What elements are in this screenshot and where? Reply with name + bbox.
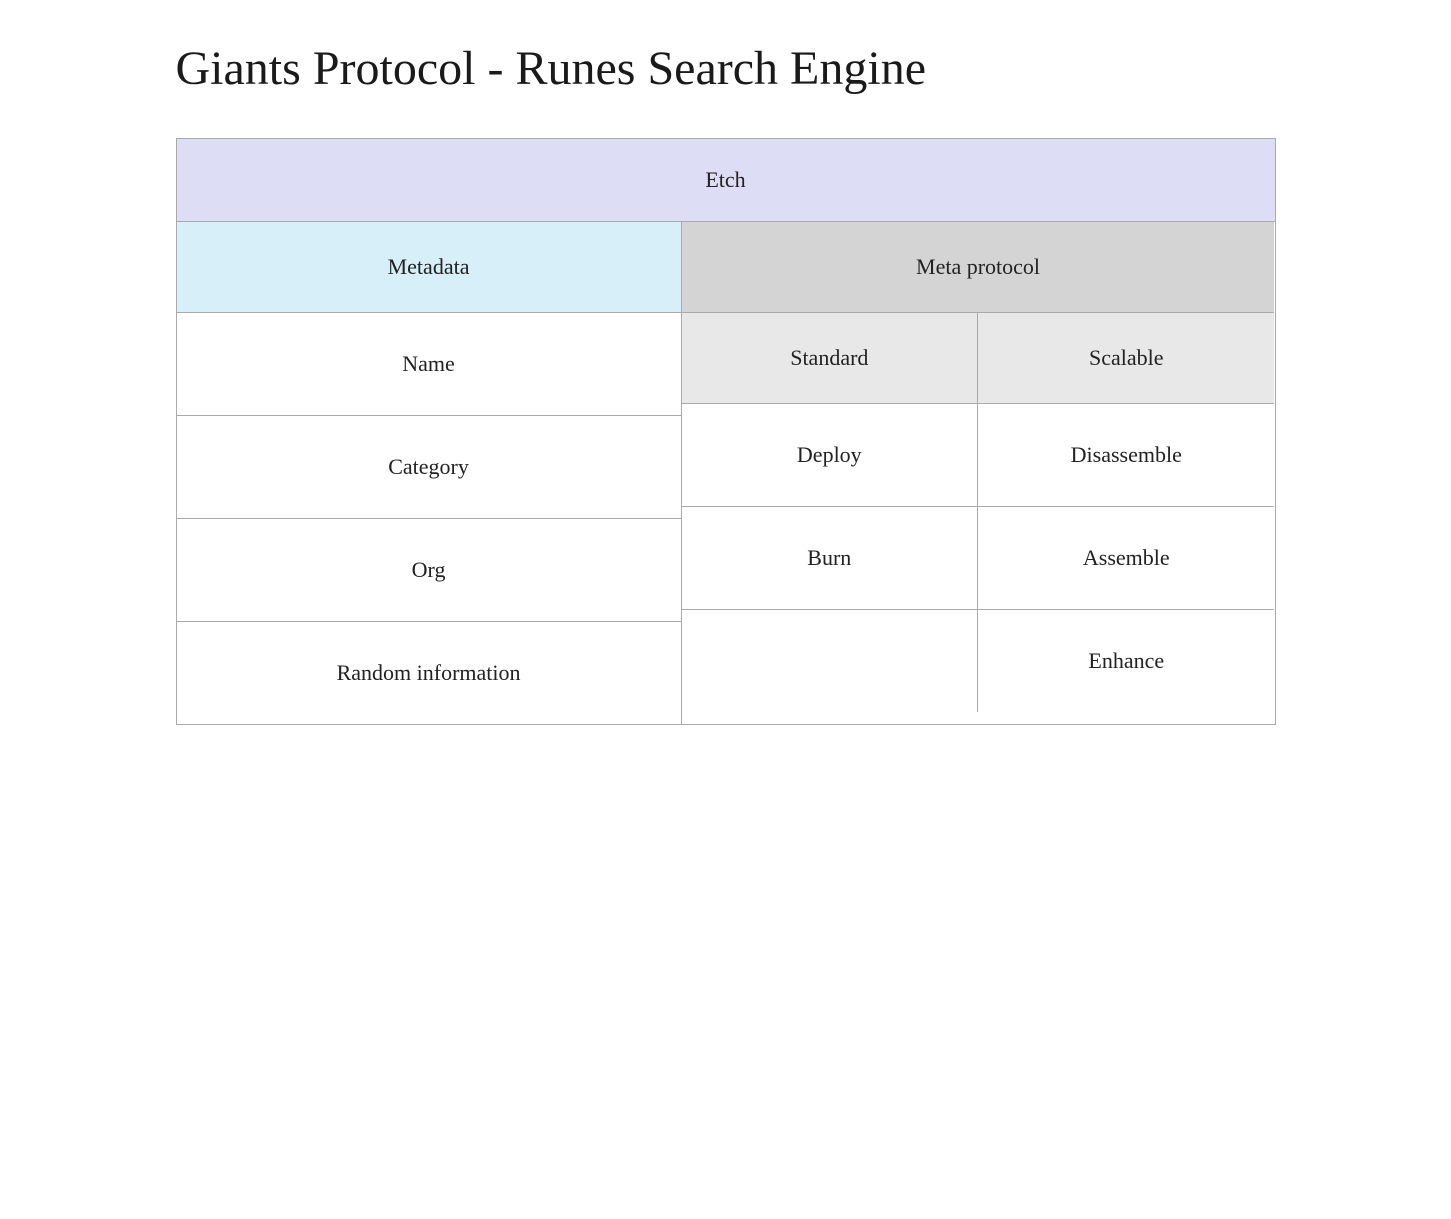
meta-protocol-label: Meta protocol (916, 254, 1040, 280)
burn-cell: Burn (682, 507, 978, 609)
standard-header: Standard (682, 313, 978, 403)
left-column: Metadata Name Category Org Random inform… (177, 222, 682, 724)
enhance-cell: Enhance (978, 610, 1274, 712)
right-item-row-0: Deploy Disassemble (682, 404, 1275, 507)
enhance-label: Enhance (1088, 648, 1164, 674)
left-item-category: Category (177, 416, 681, 519)
metadata-label: Metadata (388, 254, 470, 280)
main-content-row: Metadata Name Category Org Random inform… (177, 222, 1275, 724)
right-item-row-2: Enhance (682, 610, 1275, 712)
assemble-label: Assemble (1083, 545, 1170, 571)
disassemble-label: Disassemble (1071, 442, 1182, 468)
assemble-cell: Assemble (978, 507, 1274, 609)
disassemble-cell: Disassemble (978, 404, 1274, 506)
right-item-row-1: Burn Assemble (682, 507, 1275, 610)
right-column: Meta protocol Standard Scalable Deplo (682, 222, 1275, 724)
etch-row: Etch (177, 139, 1275, 222)
left-item-random-info-label: Random information (337, 660, 521, 686)
page-container: Giants Protocol - Runes Search Engine Et… (176, 40, 1276, 725)
scalable-label: Scalable (1089, 345, 1164, 371)
standard-label: Standard (790, 345, 868, 371)
left-item-random-info: Random information (177, 622, 681, 724)
empty-cell (682, 610, 978, 712)
right-items-list: Deploy Disassemble Burn Assemble (682, 404, 1275, 712)
burn-label: Burn (807, 545, 851, 571)
scalable-header: Scalable (978, 313, 1274, 403)
right-sub-header: Standard Scalable (682, 313, 1275, 404)
meta-protocol-header: Meta protocol (682, 222, 1275, 313)
left-item-org-label: Org (412, 557, 446, 583)
left-item-org: Org (177, 519, 681, 622)
diagram: Etch Metadata Name Category Org (176, 138, 1276, 725)
page-title: Giants Protocol - Runes Search Engine (176, 40, 1276, 98)
etch-label: Etch (705, 167, 745, 193)
deploy-cell: Deploy (682, 404, 978, 506)
left-item-name: Name (177, 313, 681, 416)
metadata-header: Metadata (177, 222, 681, 313)
left-item-category-label: Category (388, 454, 469, 480)
left-items-list: Name Category Org Random information (177, 313, 681, 724)
deploy-label: Deploy (797, 442, 862, 468)
left-item-name-label: Name (402, 351, 455, 377)
